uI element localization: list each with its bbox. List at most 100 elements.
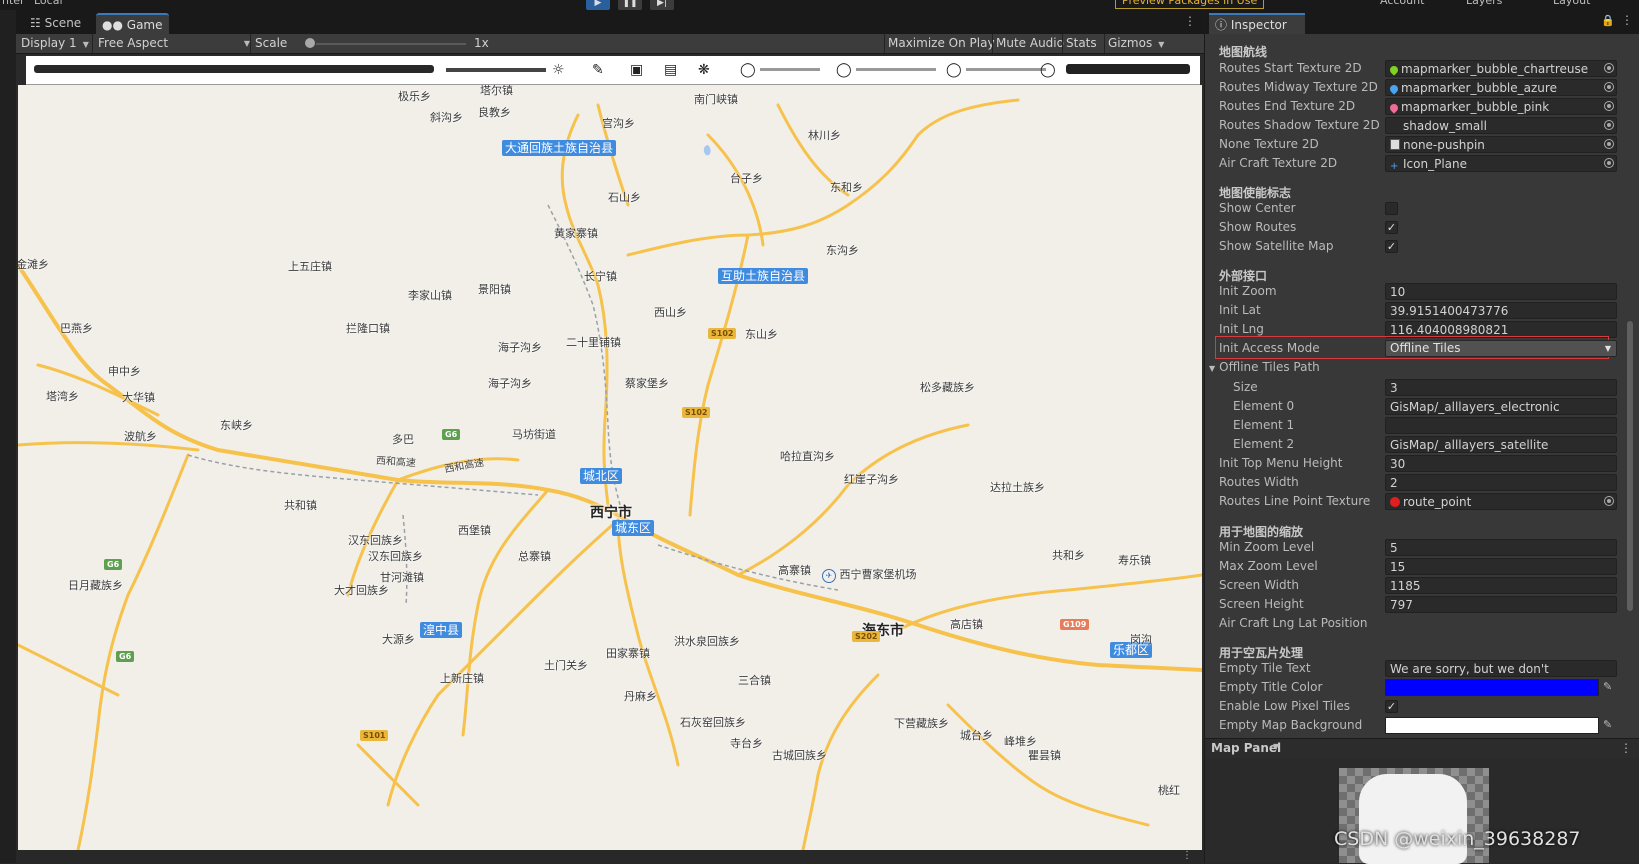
element2-input[interactable]: GisMap/_alllayers_satellite [1385, 436, 1617, 453]
route-point-texture-field[interactable]: route_point [1385, 493, 1617, 510]
place-label: 石山乡 [608, 191, 641, 204]
layers-dropdown[interactable]: Layers [1466, 0, 1502, 10]
tab-game[interactable]: ●● Game [96, 13, 169, 36]
field-label: Init Access Mode [1219, 341, 1320, 355]
print-icon[interactable]: ▣ [630, 62, 643, 78]
stats-toggle[interactable]: Stats [1062, 34, 1100, 53]
access-mode-dropdown[interactable]: Offline Tiles ▼ [1385, 340, 1617, 357]
init-lat-input[interactable]: 39.9151400473776 [1385, 302, 1617, 319]
routes-width-row: Routes Width 2 [1219, 473, 1623, 492]
place-label: 海子沟乡 [488, 377, 532, 390]
tab-scene[interactable]: ☷ Scene [24, 13, 87, 34]
empty-tile-text-input[interactable]: We are sorry, but we don't [1385, 660, 1617, 677]
routes-start-row: Routes Start Texture 2D mapmarker_bubble… [1219, 59, 1623, 78]
more-menu-icon[interactable]: ⋮ [1620, 741, 1632, 755]
maximize-on-play-toggle[interactable]: Maximize On Play [884, 34, 998, 53]
local-button[interactable]: Local [34, 0, 63, 10]
place-label: 古城回族乡 [772, 749, 827, 762]
aircraft-texture-field[interactable]: + Icon_Plane [1385, 155, 1617, 172]
min-zoom-input[interactable]: 5 [1385, 539, 1617, 556]
globe-icon[interactable]: ☼ [552, 62, 565, 78]
scale-value: 1x [474, 36, 489, 50]
dropdown-value: Offline Tiles [1390, 341, 1461, 355]
place-label: 南门峡镇 [694, 93, 738, 106]
radio-option-4-icon[interactable]: ◯ [1040, 62, 1056, 78]
show-routes-checkbox[interactable]: ✓ [1385, 221, 1398, 234]
top-menu-height-input[interactable]: 30 [1385, 455, 1617, 472]
pause-button[interactable]: ❚❚ [618, 0, 642, 10]
foldout-arrow-icon[interactable]: ▼ [1209, 364, 1215, 373]
show-satellite-checkbox[interactable]: ✓ [1385, 240, 1398, 253]
scale-slider-handle[interactable] [305, 38, 315, 48]
more-menu-icon[interactable]: ⋮ [1184, 14, 1196, 28]
init-zoom-input[interactable]: 10 [1385, 283, 1617, 300]
place-label: 蔡家堡乡 [625, 377, 669, 390]
routes-shadow-texture-field[interactable]: shadow_small [1385, 117, 1617, 134]
radio-option-3-icon[interactable]: ◯ [946, 62, 962, 78]
place-label: 桃红 [1158, 784, 1180, 797]
scale-slider-track[interactable] [316, 43, 466, 45]
aspect-dropdown[interactable]: Free Aspect ▼ [92, 34, 252, 53]
scrollbar-thumb[interactable] [1627, 321, 1633, 611]
offline-path-row[interactable]: ▼ Offline Tiles Path [1209, 358, 1623, 377]
mute-audio-toggle[interactable]: Mute Audio [992, 34, 1067, 53]
more-menu-icon[interactable]: ⋮ [1182, 850, 1192, 861]
low-pixel-row: Enable Low Pixel Tiles ✓ [1219, 697, 1623, 716]
aircraft-position-row[interactable]: Air Craft Lng Lat Position [1219, 614, 1623, 633]
routes-start-texture-field[interactable]: mapmarker_bubble_chartreuse [1385, 60, 1617, 77]
tab-inspector[interactable]: ⓘ Inspector [1209, 13, 1305, 34]
object-picker-icon[interactable] [1604, 139, 1614, 149]
object-picker-icon[interactable] [1604, 82, 1614, 92]
element0-input[interactable]: GisMap/_alllayers_electronic [1385, 398, 1617, 415]
place-label: 海子沟乡 [498, 341, 542, 354]
place-label: 斜沟乡 [430, 111, 463, 124]
object-picker-icon[interactable] [1604, 496, 1614, 506]
empty-map-bg-swatch[interactable] [1385, 717, 1599, 734]
object-picker-icon[interactable] [1604, 101, 1614, 111]
lock-icon[interactable]: 🔒 [1601, 14, 1615, 27]
chevron-down-icon: ▼ [1158, 40, 1165, 49]
none-texture-field[interactable]: none-pushpin [1385, 136, 1617, 153]
display-dropdown[interactable]: Display 1 ▼ [21, 34, 95, 53]
map-panel-header[interactable]: Map Panel ▼ ⋮ [1205, 738, 1639, 758]
chevron-down-icon[interactable]: ▼ [1273, 742, 1279, 751]
show-center-checkbox[interactable] [1385, 202, 1398, 215]
object-picker-icon[interactable] [1604, 63, 1614, 73]
routes-width-input[interactable]: 2 [1385, 474, 1617, 491]
radio-option-2-icon[interactable]: ◯ [836, 62, 852, 78]
element1-input[interactable] [1385, 417, 1617, 434]
max-zoom-row: Max Zoom Level 15 [1219, 557, 1623, 576]
routes-midway-texture-field[interactable]: mapmarker_bubble_azure [1385, 79, 1617, 96]
step-button[interactable]: ▶| [650, 0, 674, 10]
editor-toolbar: nter Local ▶ ❚❚ ▶| Preview Packages in U… [0, 0, 1639, 10]
object-picker-icon[interactable] [1604, 158, 1614, 168]
routes-end-texture-field[interactable]: mapmarker_bubble_pink [1385, 98, 1617, 115]
size-input[interactable]: 3 [1385, 379, 1617, 396]
low-pixel-checkbox[interactable]: ✓ [1385, 700, 1398, 713]
foldout-label: Offline Tiles Path [1219, 360, 1320, 374]
layout-dropdown[interactable]: Layout [1553, 0, 1590, 10]
save-icon[interactable]: ▤ [664, 62, 677, 78]
chevron-down-icon: ▼ [1604, 344, 1611, 353]
eyedropper-icon[interactable]: ✎ [1603, 718, 1612, 731]
place-label: 城台乡 [960, 729, 993, 742]
preview-packages-badge[interactable]: Preview Packages in Use [1115, 0, 1265, 9]
field-value: mapmarker_bubble_chartreuse [1401, 62, 1589, 76]
play-button[interactable]: ▶ [586, 0, 610, 10]
more-menu-icon[interactable]: ⋮ [1621, 13, 1633, 27]
place-label: 汉东回族乡 [368, 550, 423, 563]
settings-icon[interactable]: ❋ [698, 62, 710, 78]
radio-option-1-icon[interactable]: ◯ [740, 62, 756, 78]
gizmos-dropdown[interactable]: Gizmos ▼ [1104, 34, 1167, 53]
map-canvas[interactable]: 大通回族土族自治县 互助土族自治县 城北区 城东区 湟中县 乐都区 西宁市 海东… [18, 85, 1202, 850]
max-zoom-input[interactable]: 15 [1385, 558, 1617, 575]
screen-width-input[interactable]: 1185 [1385, 577, 1617, 594]
empty-title-color-swatch[interactable] [1385, 679, 1599, 696]
inspector-scrollbar[interactable] [1626, 36, 1634, 736]
object-picker-icon[interactable] [1604, 120, 1614, 130]
measure-icon[interactable]: ✎ [592, 62, 604, 78]
highway-shield: S102 [682, 407, 711, 418]
eyedropper-icon[interactable]: ✎ [1603, 680, 1612, 693]
screen-height-input[interactable]: 797 [1385, 596, 1617, 613]
account-dropdown[interactable]: Account [1380, 0, 1424, 10]
